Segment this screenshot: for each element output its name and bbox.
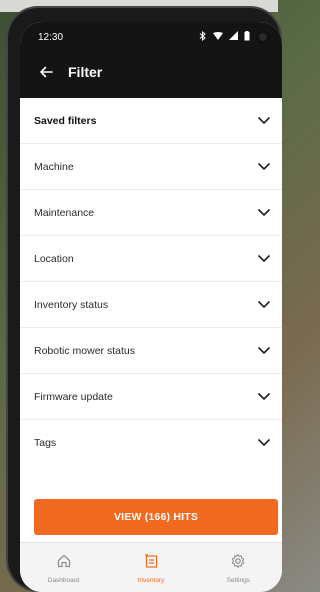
title-row: Filter xyxy=(20,52,282,92)
filter-row-maintenance[interactable]: Maintenance xyxy=(20,190,282,236)
filter-label: Inventory status xyxy=(34,298,109,311)
phone-device: 12:30 Filter Saved filters Machine Maint… xyxy=(8,8,282,592)
nav-label: Dashboard xyxy=(47,576,80,584)
chevron-down-icon xyxy=(256,205,272,221)
chevron-down-icon xyxy=(256,113,272,129)
status-bar: 12:30 xyxy=(20,22,282,52)
filter-label: Saved filters xyxy=(34,114,97,127)
filter-label: Machine xyxy=(34,160,74,173)
bluetooth-icon xyxy=(199,30,207,44)
nav-label: Inventory xyxy=(137,576,165,584)
chevron-down-icon xyxy=(256,343,272,359)
gear-icon xyxy=(230,553,246,574)
front-camera xyxy=(256,30,270,44)
filter-label: Firmware update xyxy=(34,390,113,403)
signal-icon xyxy=(229,31,238,43)
chevron-down-icon xyxy=(256,251,272,267)
page-title: Filter xyxy=(68,64,103,80)
chevron-down-icon xyxy=(256,389,272,405)
nav-label: Settings xyxy=(226,576,251,584)
filter-row-robotic-mower-status[interactable]: Robotic mower status xyxy=(20,328,282,374)
chevron-down-icon xyxy=(256,159,272,175)
chevron-down-icon xyxy=(256,435,272,451)
nav-item-dashboard[interactable]: Dashboard xyxy=(20,543,107,592)
chevron-down-icon xyxy=(256,297,272,313)
filter-row-location[interactable]: Location xyxy=(20,236,282,282)
status-icons xyxy=(199,30,270,44)
filter-label: Robotic mower status xyxy=(34,344,135,357)
battery-icon xyxy=(244,30,250,44)
filter-row-inventory-status[interactable]: Inventory status xyxy=(20,282,282,328)
bottom-nav: Dashboard Inventory Settings xyxy=(20,542,282,592)
app-bar: 12:30 Filter xyxy=(20,22,282,98)
home-icon xyxy=(56,553,72,574)
inventory-icon xyxy=(143,553,159,574)
filter-row-machine[interactable]: Machine xyxy=(20,144,282,190)
filter-label: Maintenance xyxy=(34,206,95,219)
nav-item-inventory[interactable]: Inventory xyxy=(107,543,194,592)
status-time: 12:30 xyxy=(38,31,64,43)
filter-label: Tags xyxy=(34,436,57,449)
filter-row-saved-filters[interactable]: Saved filters xyxy=(20,98,282,144)
view-hits-button[interactable]: VIEW (166) HITS xyxy=(34,499,278,535)
filter-list: Saved filters Machine Maintenance Locati… xyxy=(20,98,282,465)
phone-screen: 12:30 Filter Saved filters Machine Maint… xyxy=(20,22,282,592)
wifi-icon xyxy=(213,31,223,43)
filter-label: Location xyxy=(34,252,74,265)
filter-row-tags[interactable]: Tags xyxy=(20,420,282,465)
nav-item-settings[interactable]: Settings xyxy=(195,543,282,592)
back-arrow-icon[interactable] xyxy=(34,60,58,84)
filter-row-firmware-update[interactable]: Firmware update xyxy=(20,374,282,420)
